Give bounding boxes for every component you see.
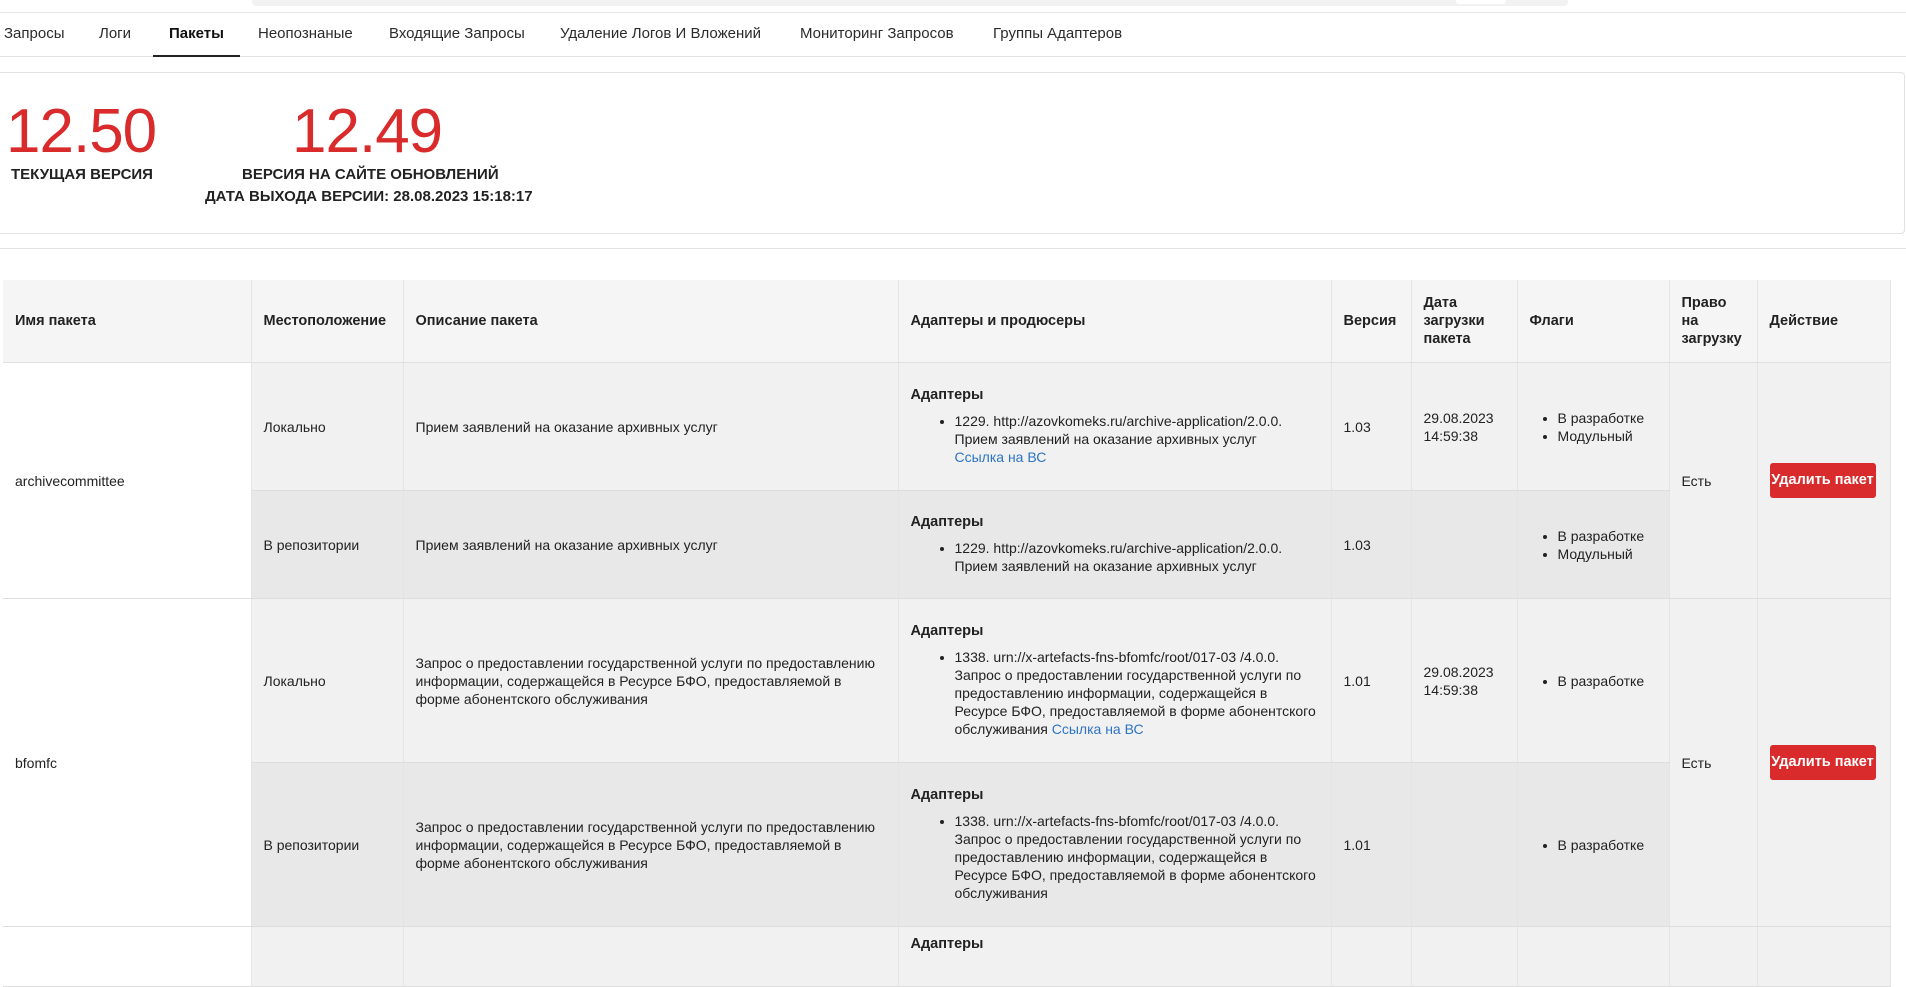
adapters-heading: Адаптеры: [910, 786, 984, 803]
adapters-cell: Адаптеры: [898, 926, 1332, 987]
header-description[interactable]: Описание пакета: [403, 280, 899, 363]
description-cell: Прием заявлений на оказание архивных усл…: [403, 490, 899, 599]
current-version-label: ТЕКУЩАЯ ВЕРСИЯ: [11, 166, 153, 183]
package-name: [3, 926, 252, 987]
description-cell: Запрос о предоставлении государственной …: [403, 598, 899, 763]
delete-package-button[interactable]: Удалить пакет: [1769, 745, 1876, 780]
tab-delete-logs[interactable]: Удаление Логов И Вложений: [560, 14, 761, 56]
description-cell: [403, 926, 899, 987]
adapter-item: 1338. urn://x-artefacts-fns-bfomfc/root/…: [955, 812, 1319, 902]
adapter-text: 1229. http://azovkomeks.ru/archive-appli…: [954, 412, 1283, 447]
header-version[interactable]: Версия: [1331, 280, 1412, 363]
site-version-number: 12.49: [292, 97, 443, 166]
upload-right-cell: Есть: [1669, 362, 1758, 599]
upload-right-cell: Есть: [1669, 598, 1758, 927]
main-tabs: Запросы Логи Пакеты Неопознаные Входящие…: [0, 14, 1906, 57]
location-cell: Локально: [251, 362, 404, 491]
table-row: В репозитории Запрос о предоставлении го…: [3, 762, 1890, 927]
version-cell: 1.01: [1331, 762, 1412, 927]
bc-link[interactable]: Ссылка на ВС: [1052, 721, 1144, 737]
adapters-cell: Адаптеры 1229. http://azovkomeks.ru/arch…: [898, 490, 1332, 599]
action-cell: Удалить пакет: [1757, 598, 1891, 927]
tab-request-monitoring[interactable]: Мониторинг Запросов: [800, 14, 954, 56]
adapter-item: 1338. urn://x-artefacts-fns-bfomfc/root/…: [955, 648, 1319, 738]
header-package-name[interactable]: Имя пакета: [3, 280, 252, 363]
adapters-cell: Адаптеры 1338. urn://x-artefacts-fns-bfo…: [898, 598, 1332, 763]
header-location[interactable]: Местоположение: [251, 280, 404, 363]
header-action: Действие: [1757, 280, 1891, 363]
header-upload-right[interactable]: Право на загрузку: [1669, 280, 1758, 363]
package-name: bfomfc: [3, 598, 252, 927]
version-cell: [1331, 926, 1412, 987]
tab-logs[interactable]: Логи: [99, 14, 131, 56]
flag-item: Модульный: [1558, 427, 1657, 445]
adapter-item: 1229. http://azovkomeks.ru/archive-appli…: [955, 412, 1319, 466]
tab-requests[interactable]: Запросы: [4, 14, 65, 56]
flags-cell: В разработке: [1517, 762, 1670, 927]
bc-link[interactable]: Ссылка на ВС: [955, 449, 1047, 465]
upload-date-cell: [1411, 926, 1518, 987]
top-header-strip: [0, 0, 1906, 13]
action-cell: [1757, 926, 1891, 987]
section-divider: [0, 248, 1906, 249]
upload-date-cell: 29.08.2023 14:59:38: [1411, 598, 1518, 763]
upload-date-cell: 29.08.2023 14:59:38: [1411, 362, 1518, 491]
current-version-number: 12.50: [6, 97, 157, 166]
description-cell: Прием заявлений на оказание архивных усл…: [403, 362, 899, 491]
flags-cell: [1517, 926, 1670, 987]
action-cell: Удалить пакет: [1757, 362, 1891, 599]
upload-right-cell: [1669, 926, 1758, 987]
flags-cell: В разработке Модульный: [1517, 362, 1670, 491]
table-header-row: Имя пакета Местоположение Описание пакет…: [3, 280, 1891, 363]
adapters-heading: Адаптеры: [910, 386, 984, 403]
flag-item: В разработке: [1558, 527, 1657, 545]
package-name: archivecommittee: [3, 362, 252, 599]
upload-date-cell: [1411, 762, 1518, 927]
flag-item: Модульный: [1558, 545, 1657, 563]
version-cell: 1.03: [1331, 490, 1412, 599]
flag-item: В разработке: [1558, 836, 1657, 854]
version-cell: 1.03: [1331, 362, 1412, 491]
tab-packages[interactable]: Пакеты: [153, 14, 240, 57]
version-cell: 1.01: [1331, 598, 1412, 763]
adapters-cell: Адаптеры 1338. urn://x-artefacts-fns-bfo…: [898, 762, 1332, 927]
description-cell: Запрос о предоставлении государственной …: [403, 762, 899, 927]
upload-date-cell: [1411, 490, 1518, 599]
flag-item: В разработке: [1558, 409, 1657, 427]
release-date-label: ДАТА ВЫХОДА ВЕРСИИ: 28.08.2023 15:18:17: [205, 188, 533, 205]
header-flags[interactable]: Флаги: [1517, 280, 1670, 363]
packages-table: Имя пакета Местоположение Описание пакет…: [3, 280, 1891, 987]
table-row: В репозитории Прием заявлений на оказани…: [3, 490, 1890, 599]
adapters-heading: Адаптеры: [910, 936, 984, 952]
flag-item: В разработке: [1558, 672, 1657, 690]
table-row: bfomfc Локально Запрос о предоставлении …: [3, 598, 1891, 927]
location-cell: Локально: [251, 598, 404, 763]
flags-cell: В разработке Модульный: [1517, 490, 1670, 599]
adapters-cell: Адаптеры 1229. http://azovkomeks.ru/arch…: [898, 362, 1332, 491]
location-cell: [251, 926, 404, 987]
flags-cell: В разработке: [1517, 598, 1670, 763]
table-row: Адаптеры: [3, 926, 1891, 987]
adapters-heading: Адаптеры: [910, 622, 984, 639]
search-button[interactable]: [1456, 0, 1506, 4]
tab-adapter-groups[interactable]: Группы Адаптеров: [993, 14, 1122, 56]
header-adapters[interactable]: Адаптеры и продюсеры: [898, 280, 1332, 363]
location-cell: В репозитории: [251, 490, 404, 599]
search-bar[interactable]: [252, 0, 1568, 6]
header-upload-date[interactable]: Дата загрузки пакета: [1411, 280, 1518, 363]
tab-incoming-requests[interactable]: Входящие Запросы: [389, 14, 525, 56]
location-cell: В репозитории: [251, 762, 404, 927]
adapter-item: 1229. http://azovkomeks.ru/archive-appli…: [955, 539, 1319, 575]
site-version-label: ВЕРСИЯ НА САЙТЕ ОБНОВЛЕНИЙ: [242, 166, 499, 183]
version-card: 12.50 ТЕКУЩАЯ ВЕРСИЯ 12.49 ВЕРСИЯ НА САЙ…: [0, 72, 1905, 234]
tab-unrecognized[interactable]: Неопознаные: [258, 14, 353, 56]
adapters-heading: Адаптеры: [910, 513, 984, 530]
delete-package-button[interactable]: Удалить пакет: [1769, 463, 1876, 498]
table-row: archivecommittee Локально Прием заявлени…: [3, 362, 1891, 599]
